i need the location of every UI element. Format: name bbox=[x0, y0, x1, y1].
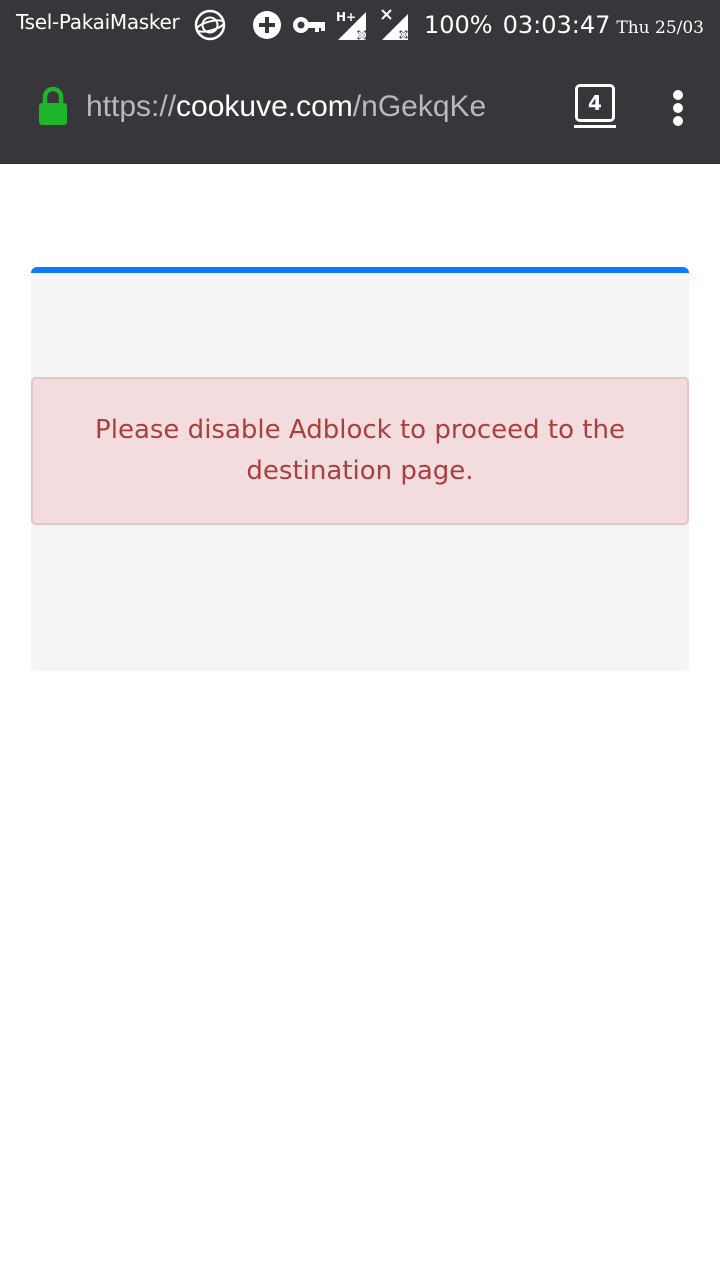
signal-no-service-icon bbox=[381, 9, 408, 40]
tab-count: 4 bbox=[575, 84, 615, 122]
data-saver-icon bbox=[252, 11, 281, 39]
address-bar[interactable]: https://cookuve.com/nGekqKe bbox=[86, 88, 486, 126]
alert-message: Please disable Adblock to proceed to the… bbox=[95, 415, 625, 486]
lock-icon[interactable] bbox=[36, 86, 70, 126]
menu-dot-icon bbox=[673, 116, 683, 126]
content-card: Please disable Adblock to proceed to the… bbox=[31, 267, 689, 671]
adblock-alert: Please disable Adblock to proceed to the… bbox=[31, 377, 689, 525]
status-icons: H+ 100% 03:03:47 Thu 25/03 bbox=[252, 0, 704, 50]
url-host: cookuve.com bbox=[176, 90, 353, 123]
vpn-key-icon bbox=[292, 17, 325, 33]
network-type-label: H+ bbox=[336, 10, 356, 24]
browser-toolbar: https://cookuve.com/nGekqKe 4 bbox=[0, 50, 720, 164]
tabs-underline bbox=[574, 125, 616, 128]
more-menu-button[interactable] bbox=[664, 88, 692, 128]
battery-level: 100% bbox=[423, 11, 493, 39]
status-bar: Tsel-PakaiMasker H+ 100% 03:03:47 Thu 25… bbox=[0, 0, 720, 50]
planet-icon bbox=[194, 9, 226, 41]
url-scheme: https:// bbox=[86, 90, 177, 123]
signal-hplus-icon: H+ bbox=[336, 10, 367, 40]
url-path: /nGekqKe bbox=[352, 90, 487, 123]
tabs-button[interactable]: 4 bbox=[574, 84, 616, 128]
card-accent-bar bbox=[31, 267, 689, 273]
menu-dot-icon bbox=[673, 90, 683, 100]
clock-time: 03:03:47 bbox=[502, 11, 611, 39]
menu-dot-icon bbox=[673, 103, 683, 113]
carrier-name: Tsel-PakaiMasker bbox=[16, 10, 180, 34]
clock-date: Thu 25/03 bbox=[616, 18, 704, 38]
